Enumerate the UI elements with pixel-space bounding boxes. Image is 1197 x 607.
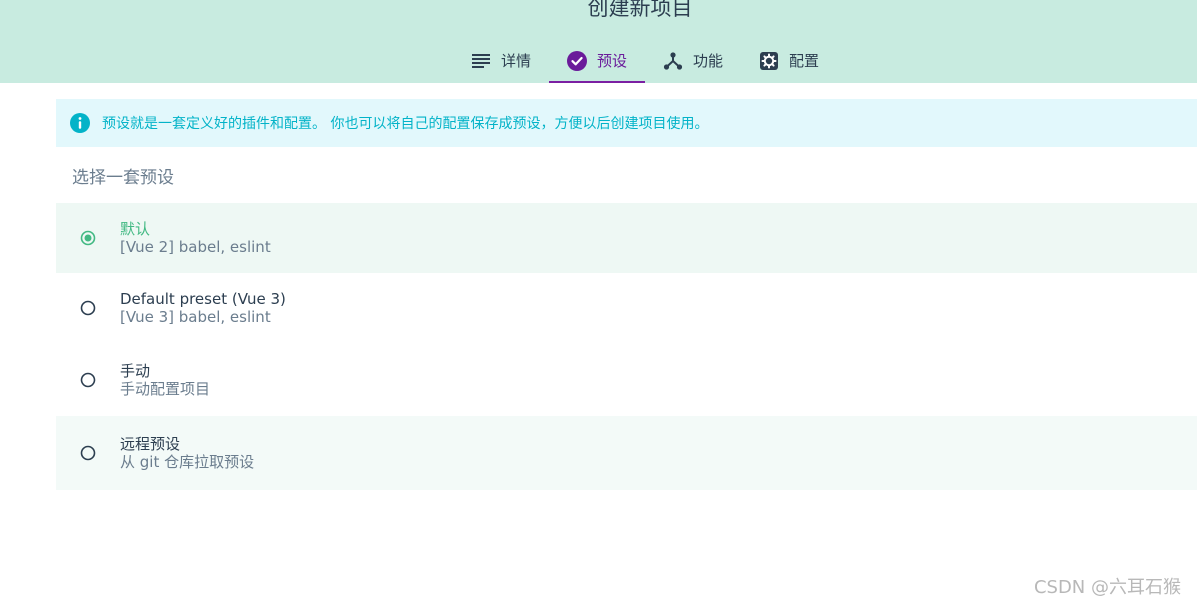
preset-name: 默认 bbox=[120, 220, 151, 238]
list-icon bbox=[471, 51, 491, 71]
section-title: 选择一套预设 bbox=[72, 168, 174, 188]
fork-icon bbox=[663, 51, 683, 71]
preset-manual[interactable]: 手动 手动配置项目 bbox=[56, 343, 1197, 416]
preset-desc: 手动配置项目 bbox=[120, 379, 211, 398]
tab-features-label: 功能 bbox=[693, 52, 724, 70]
tab-config[interactable]: 配置 bbox=[741, 40, 837, 83]
preset-desc: 从 git 仓库拉取预设 bbox=[120, 453, 255, 471]
radio-selected-icon[interactable] bbox=[80, 230, 96, 246]
info-icon bbox=[70, 113, 90, 133]
preset-desc: [Vue 2] babel, eslint bbox=[120, 238, 271, 256]
preset-default[interactable]: 默认 [Vue 2] babel, eslint bbox=[56, 203, 1197, 273]
tab-presets[interactable]: 预设 bbox=[549, 40, 646, 83]
watermark: CSDN @六耳石猴 bbox=[1033, 577, 1181, 598]
preset-vue3[interactable]: Default preset (Vue 3) [Vue 3] babel, es… bbox=[56, 273, 1197, 343]
header: 创建新项目 详情 预设 功能 配置 bbox=[0, 0, 1197, 83]
check-circle-icon bbox=[567, 50, 588, 71]
preset-text: Default preset (Vue 3) [Vue 3] babel, es… bbox=[120, 290, 286, 326]
page-title: 创建新项目 bbox=[587, 0, 693, 20]
info-banner: 预设就是一套定义好的插件和配置。 你也可以将自己的配置保存成预设，方便以后创建项… bbox=[56, 99, 1197, 147]
radio-unselected-icon[interactable] bbox=[80, 372, 96, 388]
preset-name: 手动 bbox=[120, 361, 151, 380]
tab-features[interactable]: 功能 bbox=[645, 40, 741, 83]
radio-unselected-icon[interactable] bbox=[80, 445, 96, 461]
preset-desc: [Vue 3] babel, eslint bbox=[120, 308, 271, 326]
tab-details-label: 详情 bbox=[501, 52, 532, 70]
tab-bar: 详情 预设 功能 配置 bbox=[453, 40, 837, 83]
tab-presets-label: 预设 bbox=[597, 52, 628, 70]
info-text: 预设就是一套定义好的插件和配置。 你也可以将自己的配置保存成预设，方便以后创建项… bbox=[102, 116, 709, 132]
preset-remote[interactable]: 远程预设 从 git 仓库拉取预设 bbox=[56, 416, 1197, 490]
preset-text: 远程预设 从 git 仓库拉取预设 bbox=[120, 435, 254, 471]
gear-icon bbox=[759, 51, 779, 71]
radio-unselected-icon[interactable] bbox=[80, 300, 96, 316]
tab-config-label: 配置 bbox=[789, 52, 820, 70]
preset-text: 手动 手动配置项目 bbox=[120, 362, 210, 398]
tab-details[interactable]: 详情 bbox=[453, 40, 549, 83]
preset-name: 远程预设 bbox=[120, 435, 181, 453]
preset-text: 默认 [Vue 2] babel, eslint bbox=[120, 220, 271, 256]
preset-name: Default preset (Vue 3) bbox=[120, 290, 286, 308]
preset-list: 默认 [Vue 2] babel, eslint Default preset … bbox=[56, 203, 1197, 490]
